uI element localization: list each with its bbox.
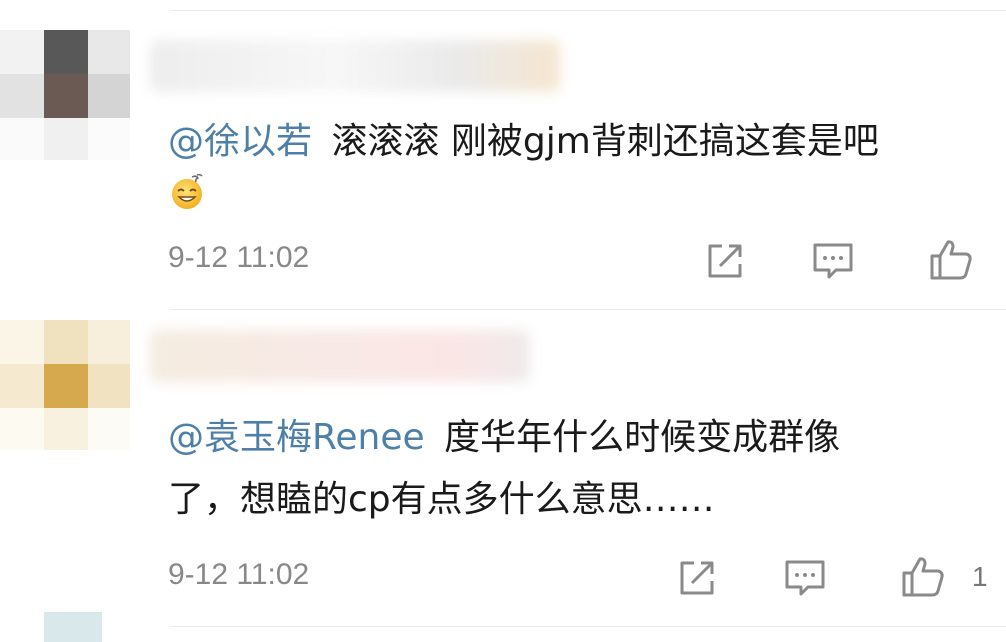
mention-link[interactable]: @袁玉梅Renee [168,417,425,458]
comment-body: 度华年什么时候变成群像 [444,417,841,458]
avatar[interactable] [0,320,130,450]
share-button[interactable] [702,238,748,284]
comment-divider [170,309,1006,310]
comment-icon [785,560,825,596]
thumbs-up-icon [902,557,944,597]
comment-body-continued: 了，想瞌的cp有点多什么意思…… [168,479,715,520]
share-icon [708,244,742,278]
comment-text: @徐以若 滚滚滚 刚被gjm背刺还搞这套是吧 [168,118,879,166]
comment-divider [170,626,1006,627]
comment-icon [813,243,853,279]
comment-text: @袁玉梅Renee 度华年什么时候变成群像 [168,414,840,462]
thumbs-up-icon [930,240,972,280]
grin-sweat-emoji [168,173,206,211]
avatar[interactable] [0,30,130,160]
avatar[interactable] [44,612,102,642]
like-button[interactable] [928,236,974,282]
comment-button[interactable] [810,238,856,284]
comment-button[interactable] [782,555,828,601]
share-icon [680,561,714,595]
timestamp: 9-12 11:02 [168,241,310,274]
like-button[interactable] [900,553,946,599]
top-divider [170,10,1006,11]
comment-body: 滚滚滚 刚被gjm背刺还搞这套是吧 [331,121,879,162]
mention-link[interactable]: @徐以若 [168,121,312,162]
username-redacted[interactable] [150,40,560,92]
comment-emoji-line [168,166,206,214]
username-redacted[interactable] [150,330,530,382]
like-count: 1 [972,561,988,592]
timestamp: 9-12 11:02 [168,558,310,591]
share-button[interactable] [674,555,720,601]
